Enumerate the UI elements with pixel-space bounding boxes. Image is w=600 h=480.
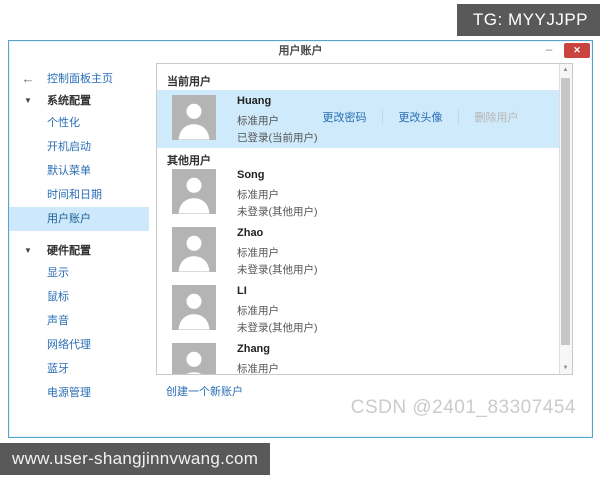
chevron-down-icon: ▼ [24, 95, 32, 105]
change-avatar-button[interactable]: 更改头像 [383, 109, 458, 125]
sidebar-section-system-config[interactable]: ▼ 系统配置 [9, 89, 149, 111]
sidebar-item-default-menu[interactable]: 默认菜单 [9, 159, 149, 183]
sidebar-item-bluetooth[interactable]: 蓝牙 [9, 357, 149, 381]
sidebar: ← 控制面板主页 ▼ 系统配置 个性化 开机启动 默认菜单 时间和日期 用户账户… [9, 61, 149, 436]
sidebar-item-user-accounts[interactable]: 用户账户 [9, 207, 149, 231]
user-role: 标准用户 [237, 115, 279, 127]
user-actions: 更改密码 更改头像 删除用户 [307, 109, 534, 125]
user-name: Song [237, 169, 265, 181]
bottom-url-bar: www.user-shangjinnvwang.com [0, 443, 270, 475]
user-row[interactable]: Zhang 标准用户 [157, 338, 559, 375]
sidebar-item-startup[interactable]: 开机启动 [9, 135, 149, 159]
back-arrow-icon[interactable]: ← [9, 71, 47, 86]
person-icon [178, 293, 210, 330]
user-status: 未登录(其他用户) [237, 322, 318, 334]
user-row[interactable]: Zhao 标准用户 未登录(其他用户) [157, 222, 559, 280]
user-status: 未登录(其他用户) [237, 264, 318, 276]
user-name: Zhao [237, 227, 264, 239]
sidebar-item-sound[interactable]: 声音 [9, 309, 149, 333]
sidebar-item-mouse[interactable]: 鼠标 [9, 285, 149, 309]
user-status: 未登录(其他用户) [237, 206, 318, 218]
person-icon [186, 351, 202, 374]
window-title: 用户账户 [278, 45, 323, 57]
user-role: 标准用户 [237, 189, 279, 201]
avatar [172, 343, 216, 374]
avatar [172, 95, 216, 140]
sidebar-home-label: 控制面板主页 [47, 73, 113, 85]
sidebar-item-display[interactable]: 显示 [9, 261, 149, 285]
person-icon [178, 235, 210, 272]
main-content: 当前用户 Huang 标准用户 已登录(当前用户) 更改密码 更改头像 删除用户… [149, 61, 592, 436]
user-name: Huang [237, 95, 272, 107]
user-row[interactable]: LI 标准用户 未登录(其他用户) [157, 280, 559, 338]
current-user-header: 当前用户 [167, 76, 211, 88]
user-role: 标准用户 [237, 363, 279, 375]
sidebar-item-power-management[interactable]: 电源管理 [9, 381, 149, 405]
delete-user-button: 删除用户 [474, 112, 519, 124]
user-status: 已登录(当前用户) [237, 132, 318, 144]
create-new-account-link[interactable]: 创建一个新账户 [166, 383, 243, 399]
scrollbar-down-icon[interactable]: ▼ [560, 362, 571, 374]
user-role: 标准用户 [237, 247, 279, 259]
scrollbar-up-icon[interactable]: ▲ [560, 64, 571, 76]
user-role: 标准用户 [237, 305, 279, 317]
user-row[interactable]: Song 标准用户 未登录(其他用户) [157, 164, 559, 222]
close-button[interactable]: ✕ [564, 43, 590, 58]
avatar [172, 285, 216, 330]
user-name: LI [237, 285, 247, 297]
scrollbar-thumb[interactable] [561, 78, 570, 345]
tg-badge: TG: MYYJJPP [456, 4, 600, 36]
minimize-button[interactable]: – [540, 42, 558, 58]
sidebar-item-time-date[interactable]: 时间和日期 [9, 183, 149, 207]
user-row-current[interactable]: Huang 标准用户 已登录(当前用户) 更改密码 更改头像 删除用户 [157, 90, 559, 148]
person-icon [178, 177, 210, 214]
sidebar-item-personalization[interactable]: 个性化 [9, 111, 149, 135]
change-password-button[interactable]: 更改密码 [307, 109, 382, 125]
avatar [172, 169, 216, 214]
sidebar-section-hardware-config[interactable]: ▼ 硬件配置 [9, 239, 149, 261]
person-icon [178, 103, 210, 140]
section-label: 硬件配置 [47, 245, 91, 257]
watermark: CSDN @2401_83307454 [350, 397, 576, 418]
scrollbar[interactable]: ▲ ▼ [559, 64, 572, 374]
user-accounts-window: 用户账户 – ✕ ← 控制面板主页 ▼ 系统配置 个性化 开机启动 默认菜单 时… [8, 40, 593, 438]
sidebar-item-network-proxy[interactable]: 网络代理 [9, 333, 149, 357]
user-list-panel: 当前用户 Huang 标准用户 已登录(当前用户) 更改密码 更改头像 删除用户… [156, 63, 573, 375]
section-label: 系统配置 [47, 95, 91, 107]
titlebar: 用户账户 – ✕ [9, 41, 592, 61]
avatar [172, 227, 216, 272]
user-name: Zhang [237, 343, 270, 355]
sidebar-item-control-panel-home[interactable]: ← 控制面板主页 [9, 67, 149, 89]
chevron-down-icon: ▼ [24, 245, 32, 255]
